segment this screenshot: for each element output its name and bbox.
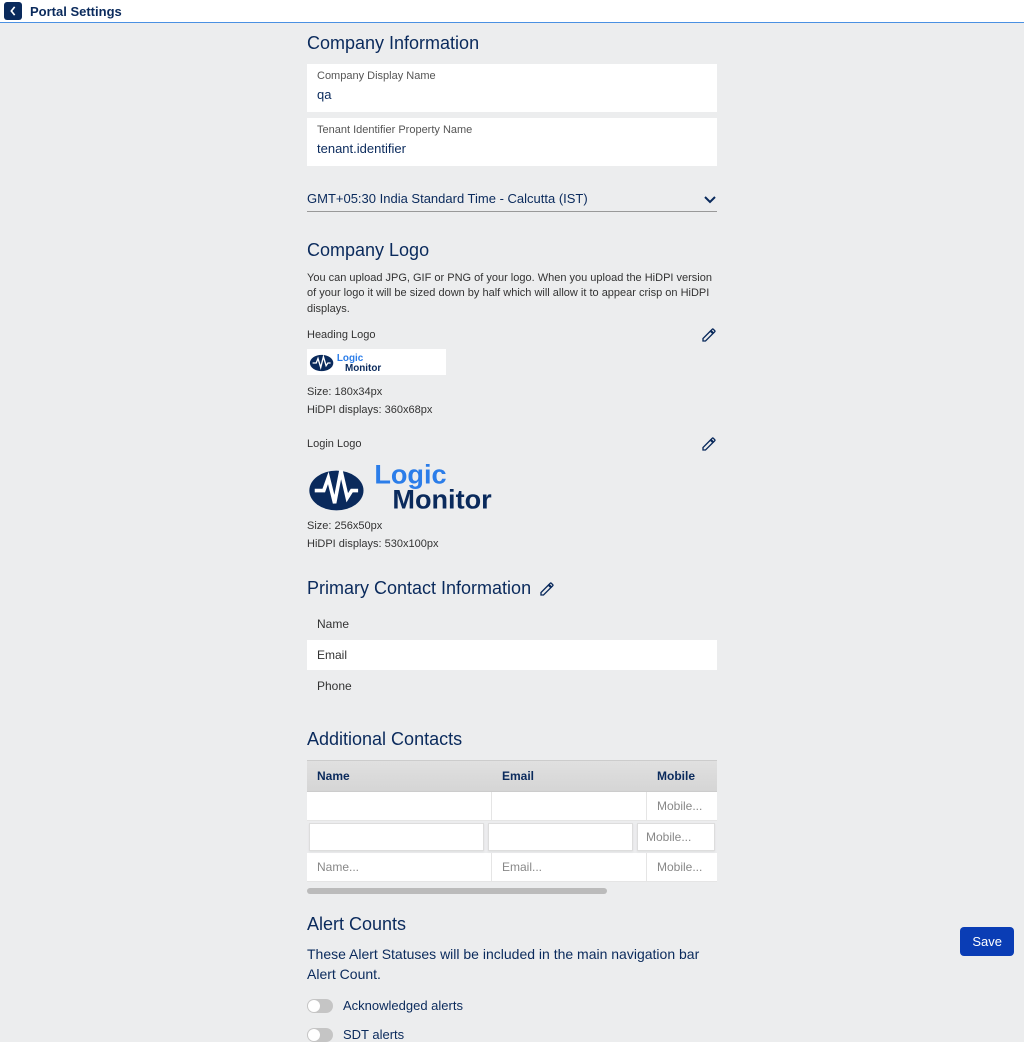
- page-title: Portal Settings: [30, 4, 122, 19]
- alert-counts-description: These Alert Statuses will be included in…: [307, 945, 717, 984]
- primary-contact-heading: Primary Contact Information: [307, 578, 531, 599]
- ack-alerts-label: Acknowledged alerts: [343, 998, 463, 1013]
- heading-logo-image: Logic Monitor: [307, 349, 446, 375]
- table-row: [307, 821, 717, 853]
- company-logo-description: You can upload JPG, GIF or PNG of your l…: [307, 271, 717, 317]
- contact-name-row: Name: [307, 609, 717, 639]
- row3-email-input[interactable]: [502, 860, 636, 874]
- timezone-select[interactable]: GMT+05:30 India Standard Time - Calcutta…: [307, 186, 717, 212]
- display-name-label: Company Display Name: [317, 70, 707, 82]
- heading-logo-label: Heading Logo: [307, 329, 376, 341]
- th-mobile: Mobile: [647, 761, 717, 791]
- tenant-label: Tenant Identifier Property Name: [317, 124, 707, 136]
- login-logo-image: Logic Monitor: [307, 458, 717, 514]
- alert-counts-heading: Alert Counts: [307, 914, 717, 935]
- tenant-input[interactable]: [317, 141, 707, 156]
- company-logo-heading: Company Logo: [307, 240, 717, 261]
- row2-email-input[interactable]: [497, 830, 624, 844]
- login-logo-size: Size: 256x50px: [307, 520, 717, 532]
- ack-alerts-toggle[interactable]: [307, 999, 333, 1013]
- svg-text:Monitor: Monitor: [392, 484, 492, 514]
- login-logo-hidpi: HiDPI displays: 530x100px: [307, 538, 717, 550]
- chevron-down-icon: [703, 192, 717, 206]
- contact-email-row: Email: [307, 640, 717, 670]
- row1-mobile-input[interactable]: [657, 799, 707, 813]
- row1-email-input[interactable]: [502, 799, 636, 813]
- chevron-left-icon: [9, 6, 17, 16]
- edit-primary-contact-button[interactable]: [539, 581, 555, 597]
- edit-heading-logo-button[interactable]: [701, 327, 717, 343]
- login-logo-label: Login Logo: [307, 438, 361, 450]
- back-button[interactable]: [4, 2, 22, 20]
- sdt-alerts-toggle[interactable]: [307, 1028, 333, 1042]
- pencil-icon: [701, 436, 717, 452]
- th-email: Email: [492, 761, 647, 791]
- sdt-alerts-label: SDT alerts: [343, 1027, 404, 1042]
- company-info-heading: Company Information: [307, 33, 717, 54]
- save-button[interactable]: Save: [960, 927, 1014, 956]
- table-row: [307, 853, 717, 882]
- th-name: Name: [307, 761, 492, 791]
- table-row: [307, 792, 717, 821]
- pencil-icon: [539, 581, 555, 597]
- timezone-value: GMT+05:30 India Standard Time - Calcutta…: [307, 191, 588, 206]
- row1-name-input[interactable]: [317, 799, 481, 813]
- row3-name-input[interactable]: [317, 860, 481, 874]
- svg-text:Monitor: Monitor: [345, 363, 381, 374]
- row2-name-input[interactable]: [318, 830, 475, 844]
- heading-logo-hidpi: HiDPI displays: 360x68px: [307, 404, 717, 416]
- contacts-table-header: Name Email Mobile: [307, 760, 717, 792]
- row3-mobile-input[interactable]: [657, 860, 707, 874]
- display-name-input[interactable]: [317, 87, 707, 102]
- edit-login-logo-button[interactable]: [701, 436, 717, 452]
- row2-mobile-input[interactable]: [646, 830, 706, 844]
- contact-phone-row: Phone: [307, 671, 717, 701]
- svg-text:Logic: Logic: [337, 353, 364, 364]
- pencil-icon: [701, 327, 717, 343]
- heading-logo-size: Size: 180x34px: [307, 386, 717, 398]
- table-scrollbar[interactable]: [307, 888, 607, 894]
- additional-contacts-heading: Additional Contacts: [307, 729, 717, 750]
